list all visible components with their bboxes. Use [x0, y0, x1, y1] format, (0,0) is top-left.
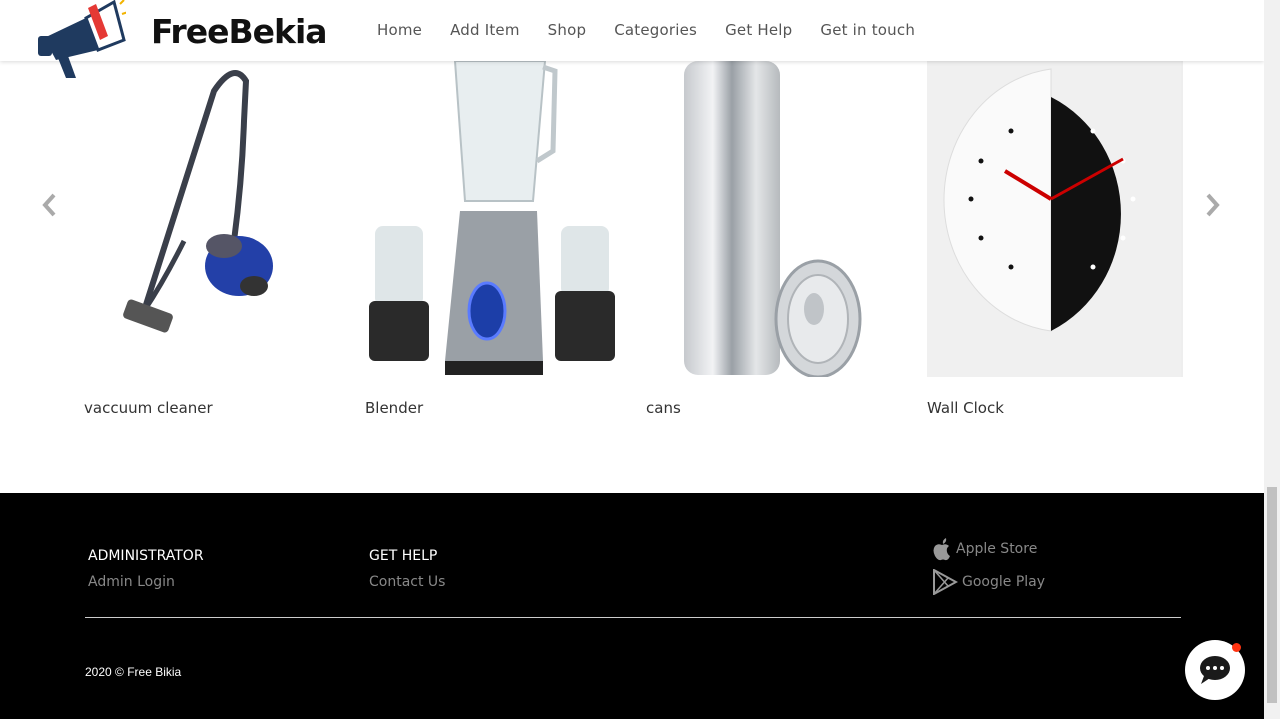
product-image-cans[interactable]	[646, 61, 902, 377]
nav-add-item[interactable]: Add Item	[450, 21, 520, 39]
product-card[interactable]: vaccuum cleaner	[84, 61, 340, 417]
footer-divider	[85, 617, 1181, 618]
site-logo[interactable]: FreeBekia	[36, 0, 328, 80]
google-play-icon	[933, 569, 958, 595]
chevron-left-icon	[42, 193, 56, 217]
footer-help-title: GET HELP	[369, 548, 438, 564]
product-name[interactable]: vaccuum cleaner	[84, 399, 213, 417]
google-play-link[interactable]: Google Play	[932, 569, 1045, 595]
product-card[interactable]: cans	[646, 61, 902, 417]
nav-get-help[interactable]: Get Help	[725, 21, 792, 39]
apple-icon	[933, 538, 950, 561]
main-nav: Home Add Item Shop Categories Get Help G…	[377, 21, 915, 39]
product-name[interactable]: Wall Clock	[927, 399, 1004, 417]
nav-shop[interactable]: Shop	[548, 21, 587, 39]
apple-store-label: Apple Store	[956, 541, 1038, 557]
nav-categories[interactable]: Categories	[614, 21, 697, 39]
apple-store-link[interactable]: Apple Store	[932, 537, 1037, 561]
chevron-right-icon	[1206, 193, 1220, 217]
scrollbar-thumb[interactable]	[1267, 487, 1277, 703]
admin-login-link[interactable]: Admin Login	[88, 574, 175, 590]
megaphone-icon	[38, 0, 126, 78]
footer-admin-title: ADMINISTRATOR	[88, 548, 204, 564]
product-image-blender[interactable]	[365, 61, 621, 377]
product-name[interactable]: cans	[646, 399, 681, 417]
contact-us-link[interactable]: Contact Us	[369, 574, 445, 590]
product-carousel: vaccuum cleaner Blender cans Wall Clock	[0, 61, 1264, 441]
copyright-text: 2020 © Free Bikia	[85, 665, 182, 679]
chat-button[interactable]	[1185, 640, 1245, 700]
brand-name: FreeBekia	[151, 12, 328, 51]
product-card[interactable]: Blender	[365, 61, 621, 417]
site-footer: ADMINISTRATOR Admin Login GET HELP Conta…	[0, 493, 1264, 719]
product-card[interactable]: Wall Clock	[927, 61, 1183, 417]
product-image-wall-clock[interactable]	[927, 61, 1183, 377]
page-scrollbar[interactable]	[1264, 0, 1280, 719]
product-image-vacuum[interactable]	[84, 61, 340, 377]
carousel-next-button[interactable]	[1202, 191, 1226, 221]
site-header: FreeBekia Home Add Item Shop Categories …	[0, 0, 1264, 78]
google-play-label: Google Play	[962, 574, 1046, 590]
nav-get-in-touch[interactable]: Get in touch	[820, 21, 915, 39]
carousel-prev-button[interactable]	[40, 191, 64, 221]
product-name[interactable]: Blender	[365, 399, 423, 417]
chat-notification-badge	[1232, 643, 1241, 652]
nav-home[interactable]: Home	[377, 21, 422, 39]
